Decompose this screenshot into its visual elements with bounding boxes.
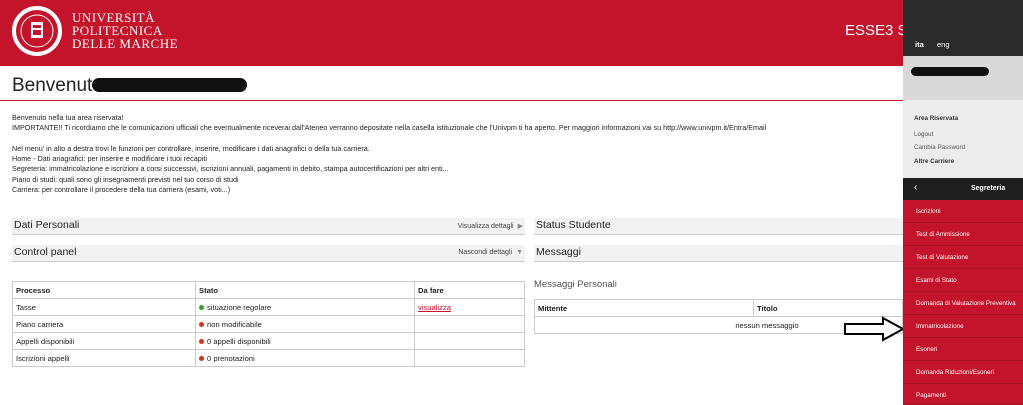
other-careers-link[interactable]: Altre Carriere <box>914 158 954 165</box>
chevron-left-icon[interactable]: ‹ <box>914 182 917 193</box>
status-text: 0 prenotazioni <box>207 353 255 363</box>
process-status: situazione regolare <box>195 298 415 316</box>
table-row: Appelli disponibili 0 appelli disponibil… <box>12 332 525 350</box>
hide-details-toggle[interactable]: Nascondi dettagli ▼ <box>458 249 523 256</box>
menu-item-test-ammissione[interactable]: Test di Ammissione <box>903 223 1023 246</box>
section-title: Dati Personali <box>14 219 80 231</box>
university-name-line-3: DELLE MARCHE <box>72 36 179 51</box>
redacted-user-name <box>92 78 247 92</box>
university-seal-icon <box>16 10 58 52</box>
process-name: Iscrizioni appelli <box>12 349 196 367</box>
table-header-row: Mittente Titolo <box>534 299 903 317</box>
user-area <box>903 56 1023 100</box>
menu-item-label: Domanda Riduzioni/Esoneri <box>916 369 995 376</box>
menu-item-label: Immatricolazione <box>916 323 964 330</box>
title-divider <box>0 100 903 101</box>
section-status-studente[interactable]: Status Studente <box>534 218 903 235</box>
intro-line: Carriera: per controllare il procedere d… <box>12 185 231 195</box>
table-row: Iscrizioni appelli 0 prenotazioni <box>12 349 525 367</box>
column-header: Stato <box>195 281 415 299</box>
intro-line: Nel menu' in alto a destra trovi le funz… <box>12 143 370 153</box>
menu-item-label: Esami di Stato <box>916 277 957 284</box>
process-name: Piano carriera <box>12 315 196 333</box>
page-title: Benvenuto <box>12 75 103 96</box>
university-logo[interactable] <box>12 6 62 56</box>
intro-line: Benvenuto nella tua area riservata! <box>12 113 124 122</box>
menu-item-iscrizioni[interactable]: Iscrizioni <box>903 200 1023 223</box>
menu-item-label: Test di Valutazione <box>916 254 969 261</box>
segreteria-header: ‹ Segreteria <box>903 178 1023 200</box>
redacted-user-name <box>911 67 989 76</box>
menu-item-immatricolazione[interactable]: Immatricolazione <box>903 315 1023 338</box>
process-status: 0 appelli disponibili <box>195 332 415 350</box>
intro-text: Benvenuto nella tua area riservata! IMPO… <box>12 113 766 195</box>
menu-item-label: Iscrizioni <box>916 208 941 215</box>
annotation-arrow-icon <box>844 316 905 342</box>
change-password-link[interactable]: Cambia Password <box>914 144 965 151</box>
menu-item-pagamenti[interactable]: Pagamenti <box>903 384 1023 405</box>
lang-eng[interactable]: eng <box>937 40 950 49</box>
triangle-down-icon: ▼ <box>516 249 523 256</box>
process-action <box>414 349 525 367</box>
menu-item-test-valutazione[interactable]: Test di Valutazione <box>903 246 1023 269</box>
intro-line: Segreteria: immatricolazione e iscrizion… <box>12 164 449 174</box>
menu-item-label: Test di Ammissione <box>916 231 970 238</box>
status-dot-icon <box>199 339 204 344</box>
area-title: Area Riservata <box>914 115 959 122</box>
status-dot-icon <box>199 305 204 310</box>
process-action <box>414 332 525 350</box>
section-title: Messaggi <box>536 246 581 258</box>
menu-item-riduzioni-esoneri[interactable]: Domanda Riduzioni/Esoneri <box>903 361 1023 384</box>
status-text: non modificabile <box>207 319 262 329</box>
show-details-label: Visualizza dettagli <box>457 223 514 230</box>
menu-item-valutazione-preventiva[interactable]: Domanda di Valutazione Preventiva <box>903 292 1023 315</box>
process-status: non modificabile <box>195 315 415 333</box>
view-link[interactable]: visualizza <box>418 303 451 312</box>
messages-title: Messaggi Personali <box>534 279 617 290</box>
menu-item-label: Esoneri <box>916 346 938 353</box>
process-table: Processo Stato Da fare Tasse situazione … <box>12 281 525 367</box>
intro-line: IMPORTANTE!! Ti ricordiamo che le comuni… <box>12 123 767 133</box>
column-header: Titolo <box>753 299 903 317</box>
section-messaggi[interactable]: Messaggi <box>534 245 903 262</box>
menu-item-label: Domanda di Valutazione Preventiva <box>916 300 1016 307</box>
intro-line <box>12 134 766 144</box>
language-switcher: ita eng <box>903 0 1023 56</box>
section-title: Segreteria <box>971 185 1006 192</box>
reserved-area-box: Area Riservata Logout Cambia Password Al… <box>903 100 1023 178</box>
menu-item-esoneri[interactable]: Esoneri <box>903 338 1023 361</box>
process-action: visualizza <box>414 298 525 316</box>
side-menu: ita eng Area Riservata Logout Cambia Pas… <box>903 0 1023 405</box>
process-status: 0 prenotazioni <box>195 349 415 367</box>
process-name: Tasse <box>12 298 196 316</box>
column-header: Da fare <box>414 281 525 299</box>
triangle-right-icon: ▶ <box>517 223 523 230</box>
table-row: Tasse situazione regolare visualizza <box>12 298 525 316</box>
status-text: situazione regolare <box>207 302 272 312</box>
table-row: Piano carriera non modificabile <box>12 315 525 333</box>
show-details-toggle[interactable]: Visualizza dettagli ▶ <box>458 222 523 230</box>
process-action <box>414 315 525 333</box>
logout-link[interactable]: Logout <box>914 131 933 138</box>
status-text: 0 appelli disponibili <box>207 336 271 346</box>
top-header: UNIVERSITÀ POLITECNICA DELLE MARCHE ESSE… <box>0 0 1023 66</box>
table-header-row: Processo Stato Da fare <box>12 281 525 299</box>
process-name: Appelli disponibili <box>12 332 196 350</box>
lang-ita[interactable]: ita <box>915 40 924 49</box>
university-name: UNIVERSITÀ POLITECNICA DELLE MARCHE <box>72 11 178 50</box>
column-header: Processo <box>12 281 196 299</box>
status-dot-icon <box>199 322 204 327</box>
menu-item-esami-stato[interactable]: Esami di Stato <box>903 269 1023 292</box>
section-dati-personali[interactable]: Dati Personali Visualizza dettagli ▶ <box>12 218 525 235</box>
column-header: Mittente <box>534 299 754 317</box>
hide-details-label: Nascondi dettagli <box>458 249 513 256</box>
intro-line: Piano di studi: quali sono gli insegname… <box>12 174 239 184</box>
section-title: Status Studente <box>536 219 611 231</box>
section-control-panel[interactable]: Control panel Nascondi dettagli ▼ <box>12 245 525 262</box>
status-dot-icon <box>199 356 204 361</box>
intro-line: Home - Dati anagrafici: per inserire e m… <box>12 154 207 164</box>
menu-item-label: Pagamenti <box>916 392 947 399</box>
section-title: Control panel <box>14 246 77 258</box>
